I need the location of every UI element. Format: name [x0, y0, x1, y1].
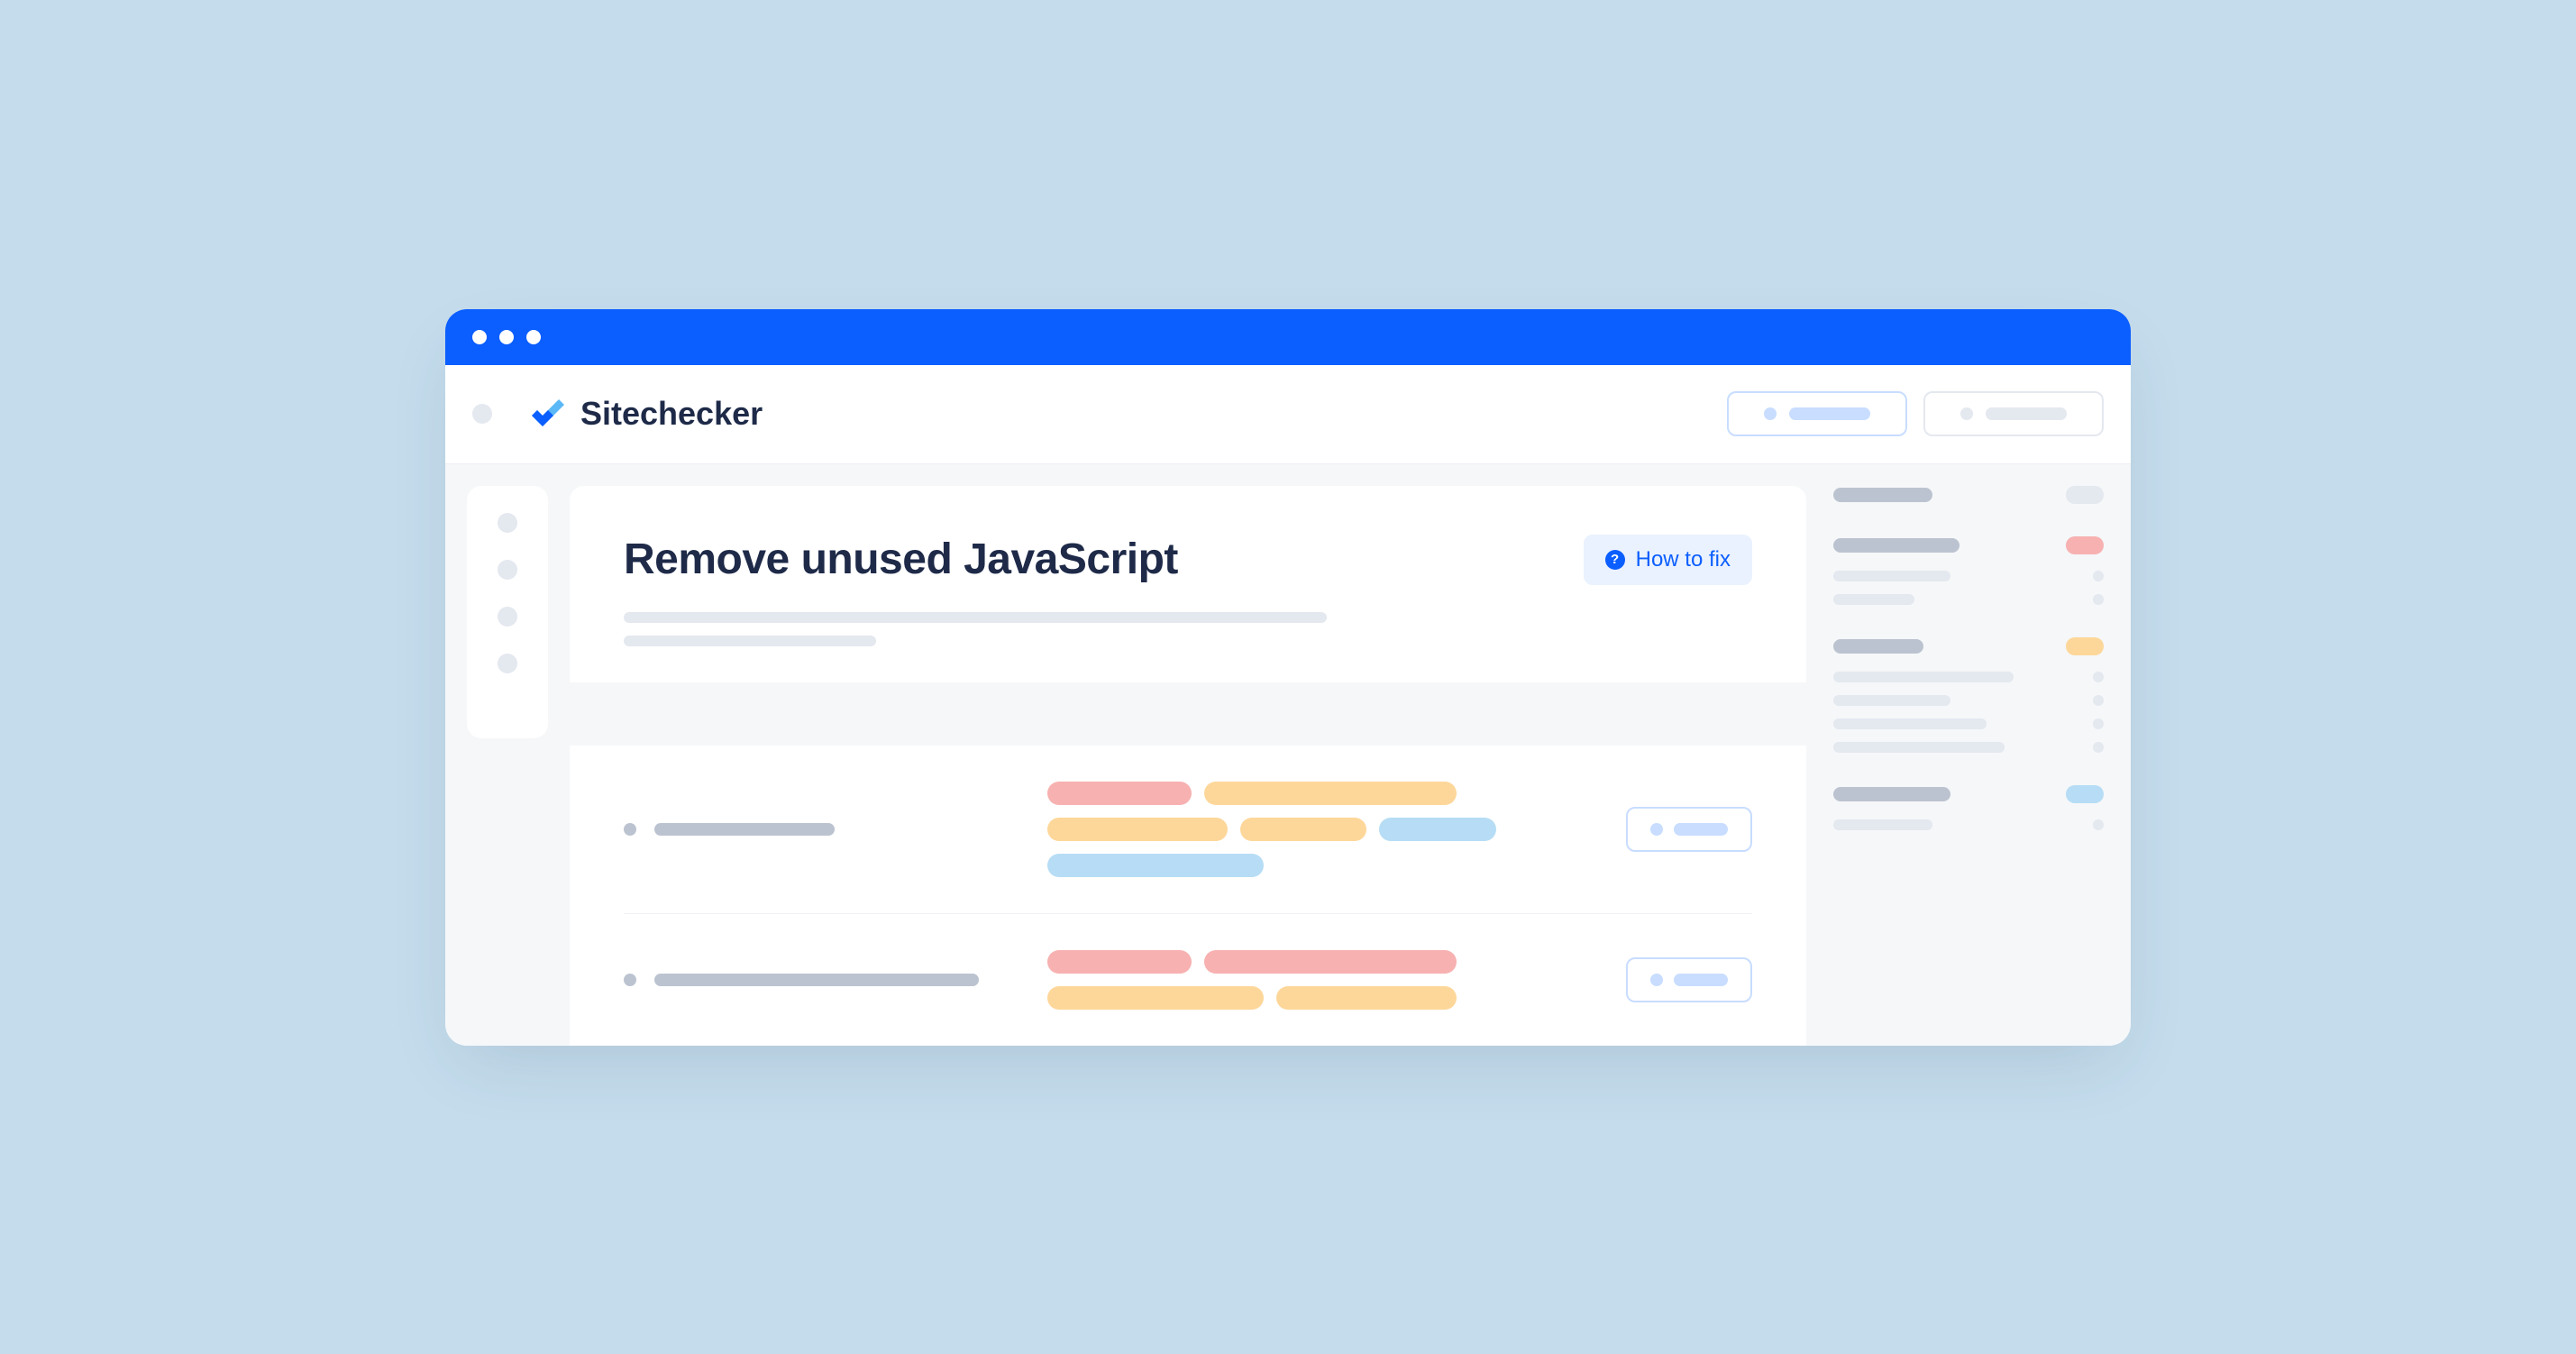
tag[interactable]: [1047, 818, 1228, 841]
status-badge: [2066, 637, 2104, 655]
placeholder-bar: [1833, 695, 1950, 706]
card-title: Remove unused JavaScript: [624, 535, 1178, 584]
tag[interactable]: [1276, 986, 1457, 1010]
status-badge: [2066, 536, 2104, 554]
tag[interactable]: [1047, 950, 1192, 974]
window-minimize-button[interactable]: [499, 330, 514, 344]
sidebar-item[interactable]: [498, 560, 517, 580]
tag[interactable]: [1379, 818, 1496, 841]
placeholder-dot: [2093, 819, 2104, 830]
panel-item[interactable]: [1833, 695, 2104, 706]
browser-window: Sitechecker Remove unused JavaScript ?: [445, 309, 2131, 1046]
panel-item[interactable]: [1833, 742, 2104, 753]
header-secondary-button[interactable]: [1923, 391, 2104, 436]
issue-tags: [1047, 950, 1590, 1010]
panel-item[interactable]: [1833, 819, 2104, 830]
panel-item[interactable]: [1833, 672, 2104, 682]
placeholder-bar: [1789, 407, 1870, 420]
panel-section: [1833, 536, 2104, 605]
placeholder-dot: [2093, 695, 2104, 706]
status-badge: [2066, 785, 2104, 803]
issue-card: Remove unused JavaScript ? How to fix: [570, 486, 1806, 1046]
checkmark-icon: [528, 396, 568, 432]
placeholder-dot: [2093, 594, 2104, 605]
placeholder-dot: [2093, 672, 2104, 682]
placeholder-bar: [1833, 571, 1950, 581]
placeholder-bar: [1674, 823, 1728, 836]
tag[interactable]: [1204, 782, 1457, 805]
app-header: Sitechecker: [445, 365, 2131, 464]
placeholder-bar: [1833, 672, 2014, 682]
placeholder-dot: [624, 823, 636, 836]
placeholder-dot: [2093, 571, 2104, 581]
issue-action-button[interactable]: [1626, 957, 1752, 1002]
card-divider: [570, 682, 1806, 746]
tag[interactable]: [1047, 782, 1192, 805]
issue-tags: [1047, 782, 1590, 877]
brand-logo[interactable]: Sitechecker: [528, 395, 763, 433]
tag[interactable]: [1047, 986, 1264, 1010]
panel-item[interactable]: [1833, 594, 2104, 605]
app-body: Remove unused JavaScript ? How to fix: [445, 464, 2131, 1046]
placeholder-bar: [1833, 742, 2005, 753]
sidebar-item[interactable]: [498, 607, 517, 627]
issue-url[interactable]: [624, 974, 1011, 986]
placeholder-title: [1833, 639, 1923, 654]
menu-button[interactable]: [472, 404, 492, 424]
tag[interactable]: [1240, 818, 1366, 841]
placeholder-dot: [1960, 407, 1973, 420]
card-description: [624, 612, 1752, 646]
issue-action-button[interactable]: [1626, 807, 1752, 852]
placeholder-bar: [1674, 974, 1728, 986]
placeholder-dot: [1650, 974, 1663, 986]
panel-section-header: [1833, 637, 2104, 655]
status-badge: [2066, 486, 2104, 504]
how-to-fix-button[interactable]: ? How to fix: [1584, 535, 1752, 585]
panel-item[interactable]: [1833, 718, 2104, 729]
placeholder-title: [1833, 787, 1950, 801]
issue-url[interactable]: [624, 823, 1011, 836]
placeholder-bar: [1833, 819, 1932, 830]
placeholder-dot: [1764, 407, 1777, 420]
traffic-lights: [472, 330, 541, 344]
placeholder-bar: [1986, 407, 2067, 420]
placeholder-title: [1833, 538, 1959, 553]
panel-section: [1833, 785, 2104, 830]
main-content: Remove unused JavaScript ? How to fix: [548, 464, 1806, 1046]
placeholder-dot: [2093, 718, 2104, 729]
panel-item[interactable]: [1833, 571, 2104, 581]
placeholder-bar: [654, 823, 835, 836]
panel-section-header: [1833, 785, 2104, 803]
panel-section: [1833, 486, 2104, 504]
sidebar-item[interactable]: [498, 654, 517, 673]
window-close-button[interactable]: [472, 330, 487, 344]
header-primary-button[interactable]: [1727, 391, 1907, 436]
panel-section-header: [1833, 486, 2104, 504]
placeholder-bar: [654, 974, 979, 986]
placeholder-dot: [624, 974, 636, 986]
window-maximize-button[interactable]: [526, 330, 541, 344]
panel-section: [1833, 637, 2104, 753]
placeholder-title: [1833, 488, 1932, 502]
placeholder-dot: [1650, 823, 1663, 836]
card-header: Remove unused JavaScript ? How to fix: [624, 535, 1752, 585]
tag[interactable]: [1047, 854, 1264, 877]
placeholder-dot: [2093, 742, 2104, 753]
right-panel: [1806, 464, 2131, 1046]
brand-name: Sitechecker: [580, 395, 763, 433]
placeholder-bar: [1833, 594, 1914, 605]
issue-row: [624, 746, 1752, 914]
sidebar-item[interactable]: [498, 513, 517, 533]
placeholder-bar: [1833, 718, 1987, 729]
sidebar: [467, 486, 548, 738]
placeholder-line: [624, 636, 876, 646]
window-titlebar: [445, 309, 2131, 365]
issue-row: [624, 914, 1752, 1046]
tag[interactable]: [1204, 950, 1457, 974]
how-to-fix-label: How to fix: [1636, 547, 1731, 572]
help-icon: ?: [1605, 550, 1625, 570]
placeholder-line: [624, 612, 1327, 623]
panel-section-header: [1833, 536, 2104, 554]
